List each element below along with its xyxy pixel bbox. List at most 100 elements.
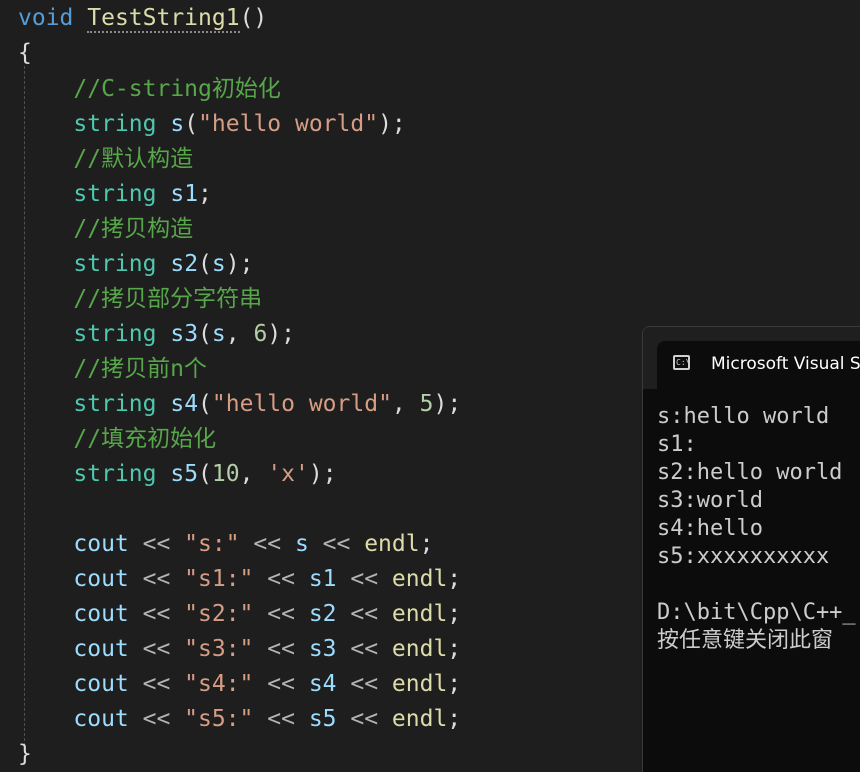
code-token: << [336, 601, 392, 627]
code-line[interactable]: string s("hello world"); [18, 107, 406, 142]
code-token: endl [391, 566, 448, 592]
code-token: string [73, 461, 157, 487]
code-token: //拷贝部分字符串 [73, 286, 263, 312]
code-line[interactable]: cout << "s4:" << s4 << endl; [18, 667, 461, 702]
code-token: << [128, 671, 185, 697]
code-line[interactable]: string s4("hello world", 5); [18, 387, 461, 422]
code-line[interactable]: cout << "s1:" << s1 << endl; [18, 562, 461, 597]
code-token: cout [73, 706, 129, 732]
code-token: << [128, 706, 185, 732]
code-line[interactable]: cout << "s:" << s << endl; [18, 527, 433, 562]
code-line[interactable]: //C-string初始化 [18, 72, 281, 107]
code-token: string [73, 181, 157, 207]
code-token: endl [391, 671, 448, 697]
code-token: << [253, 636, 309, 662]
code-token: s [294, 531, 309, 557]
code-token: ( [184, 111, 199, 137]
code-line[interactable]: cout << "s3:" << s3 << endl; [18, 632, 461, 667]
code-token: TestString1 [87, 5, 240, 33]
code-token: s4 [308, 671, 337, 697]
code-token: string [73, 391, 157, 417]
code-line[interactable]: string s2(s); [18, 247, 253, 282]
code-token: << [128, 601, 185, 627]
code-token: //C-string初始化 [73, 76, 281, 102]
code-token: endl [391, 601, 448, 627]
code-token: s5 [308, 706, 337, 732]
code-line[interactable]: //拷贝前n个 [18, 352, 207, 387]
code-token: ( [198, 391, 212, 417]
code-token: "s3:" [184, 636, 254, 662]
code-line[interactable]: //拷贝构造 [18, 212, 193, 247]
code-token: << [253, 671, 309, 697]
console-titlebar: C:\ Microsoft Visual St [643, 327, 860, 389]
code-token: 10 [211, 461, 240, 487]
code-token: "s5:" [184, 706, 254, 732]
code-token: , [225, 321, 254, 347]
code-line[interactable]: cout << "s2:" << s2 << endl; [18, 597, 461, 632]
code-line[interactable]: } [18, 737, 32, 772]
code-line[interactable]: //填充初始化 [18, 422, 216, 457]
code-token: () [239, 5, 268, 31]
console-output-line: s5:xxxxxxxxxx [657, 544, 830, 569]
code-token: string [73, 321, 157, 347]
code-token: cout [73, 531, 129, 557]
code-token: ); [308, 461, 337, 487]
code-token: s [211, 321, 226, 347]
code-token: //默认构造 [73, 146, 194, 172]
console-window[interactable]: C:\ Microsoft Visual St s:hello world s1:… [642, 326, 860, 772]
code-line[interactable]: { [18, 36, 32, 71]
code-token: << [253, 706, 309, 732]
code-token: s1 [170, 181, 199, 207]
code-token: << [253, 566, 309, 592]
code-token: ; [198, 181, 212, 207]
code-token: ( [198, 461, 212, 487]
code-token: //拷贝构造 [73, 216, 194, 242]
code-token: << [336, 671, 392, 697]
code-token: << [336, 636, 392, 662]
code-token: { [18, 40, 32, 66]
console-output: s:hello world s1: s2:hello world s3:world s4… [657, 403, 856, 655]
code-token: << [128, 636, 185, 662]
code-token: ; [419, 531, 434, 557]
code-token: "hello world" [198, 111, 379, 137]
code-line[interactable]: void TestString1() [18, 1, 267, 36]
code-token: ); [267, 321, 296, 347]
code-token: ); [378, 111, 406, 137]
code-token: cout [73, 566, 129, 592]
code-token: s3 [170, 321, 199, 347]
code-token: , [239, 461, 268, 487]
code-line[interactable]: //拷贝部分字符串 [18, 282, 262, 317]
code-line[interactable]: string s5(10, 'x'); [18, 457, 337, 492]
code-line[interactable]: cout << "s5:" << s5 << endl; [18, 702, 461, 737]
code-token: ( [198, 321, 212, 347]
console-output-line: 按任意键关闭此窗 [657, 628, 834, 653]
console-tab[interactable]: C:\ Microsoft Visual St [657, 341, 860, 389]
code-line[interactable]: //默认构造 [18, 142, 193, 177]
code-token: 'x' [267, 461, 309, 487]
console-icon: C:\ [673, 355, 690, 370]
code-line[interactable]: string s3(s, 6); [18, 317, 295, 352]
code-token: ); [433, 391, 462, 417]
console-output-line: s1: [657, 432, 697, 457]
code-token: "s2:" [184, 601, 254, 627]
code-token: << [128, 566, 185, 592]
console-output-line: s2:hello world [657, 460, 843, 485]
code-line[interactable]: string s1; [18, 177, 212, 212]
